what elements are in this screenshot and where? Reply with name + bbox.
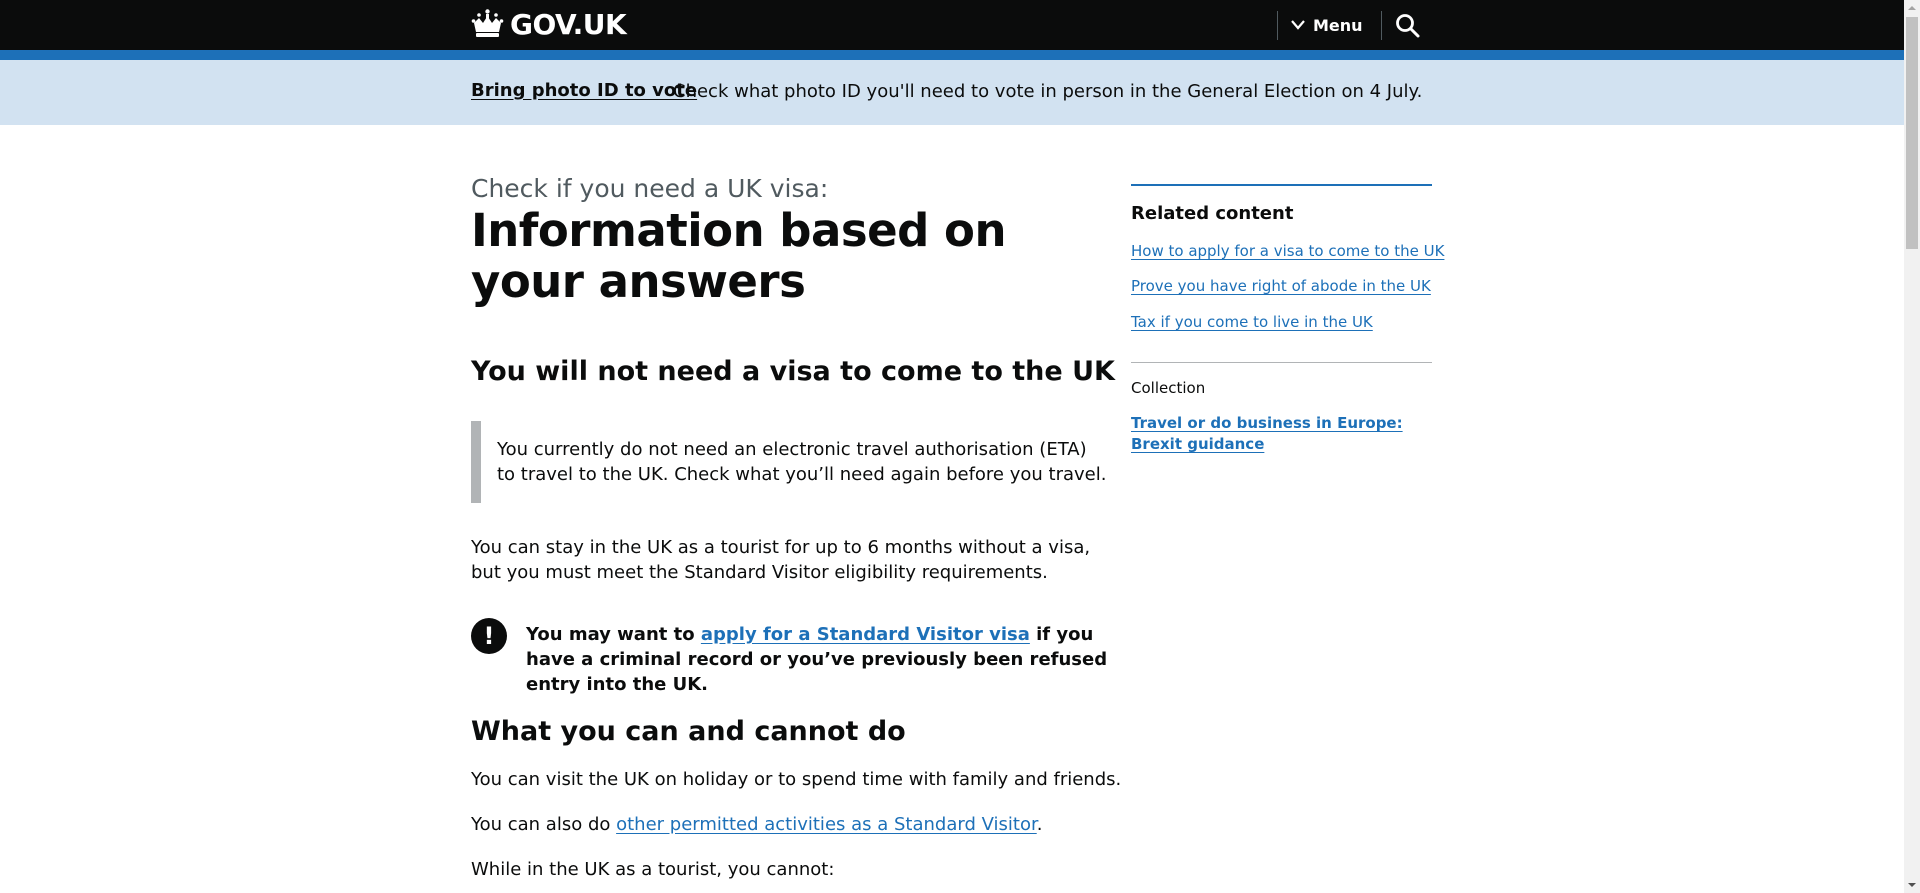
heading-can-cannot: What you can and cannot do — [471, 716, 906, 747]
warning-prefix: You may want to — [526, 624, 701, 645]
related-link-apply-visa[interactable]: How to apply for a visa to come to the U… — [1131, 242, 1444, 260]
site-header — [0, 0, 1904, 50]
standard-visitor-visa-link[interactable]: apply for a Standard Visitor visa — [701, 624, 1030, 645]
related-link-tax[interactable]: Tax if you come to live in the UK — [1131, 313, 1373, 331]
visit-paragraph: You can visit the UK on holiday or to sp… — [471, 769, 1122, 790]
inset-text: You currently do not need an electronic … — [497, 439, 1107, 485]
search-icon — [1396, 14, 1420, 38]
chevron-down-icon — [1291, 20, 1305, 30]
banner-text: Check what photo ID you'll need to vote … — [673, 81, 1423, 102]
search-button[interactable] — [1394, 12, 1422, 40]
warning-icon: ! — [471, 618, 507, 654]
cannot-paragraph: While in the UK as a tourist, you cannot… — [471, 859, 835, 880]
page-title: Information based on your answers — [471, 204, 1007, 308]
govuk-logo-link[interactable]: GOV.UK — [471, 6, 627, 42]
page-caption: Check if you need a UK visa: — [471, 174, 829, 203]
menu-button[interactable]: Menu — [1290, 10, 1363, 40]
scroll-down-arrow-icon[interactable] — [1904, 877, 1920, 893]
related-content-heading: Related content — [1131, 203, 1294, 224]
photo-id-link[interactable]: Bring photo ID to vote — [471, 80, 697, 101]
logo-text: GOV.UK — [510, 7, 627, 41]
header-divider — [1381, 11, 1382, 40]
permitted-prefix: You can also do — [471, 814, 617, 835]
menu-label: Menu — [1313, 15, 1363, 35]
permitted-activities-link[interactable]: other permitted activities as a Standard… — [616, 814, 1037, 835]
header-accent-bar — [0, 50, 1904, 60]
crown-icon — [471, 9, 504, 37]
collection-link-brexit[interactable]: Travel or do business in Europe: Brexit … — [1131, 413, 1421, 455]
stay-paragraph: You can stay in the UK as a tourist for … — [471, 537, 1091, 583]
warning-text: You may want to apply for a Standard Vis… — [526, 622, 1116, 697]
permitted-activities-paragraph: You can also do other permitted activiti… — [471, 814, 1042, 835]
heading-no-visa: You will not need a visa to come to the … — [471, 356, 1115, 387]
header-divider — [1277, 11, 1278, 40]
collection-label: Collection — [1131, 379, 1206, 397]
scroll-up-arrow-icon[interactable] — [1904, 0, 1920, 16]
permitted-suffix: . — [1036, 814, 1043, 835]
sidebar-divider — [1131, 362, 1432, 363]
scrollbar-thumb[interactable] — [1906, 17, 1918, 249]
related-content-top-border — [1131, 184, 1432, 186]
related-link-right-of-abode[interactable]: Prove you have right of abode in the UK — [1131, 277, 1431, 295]
